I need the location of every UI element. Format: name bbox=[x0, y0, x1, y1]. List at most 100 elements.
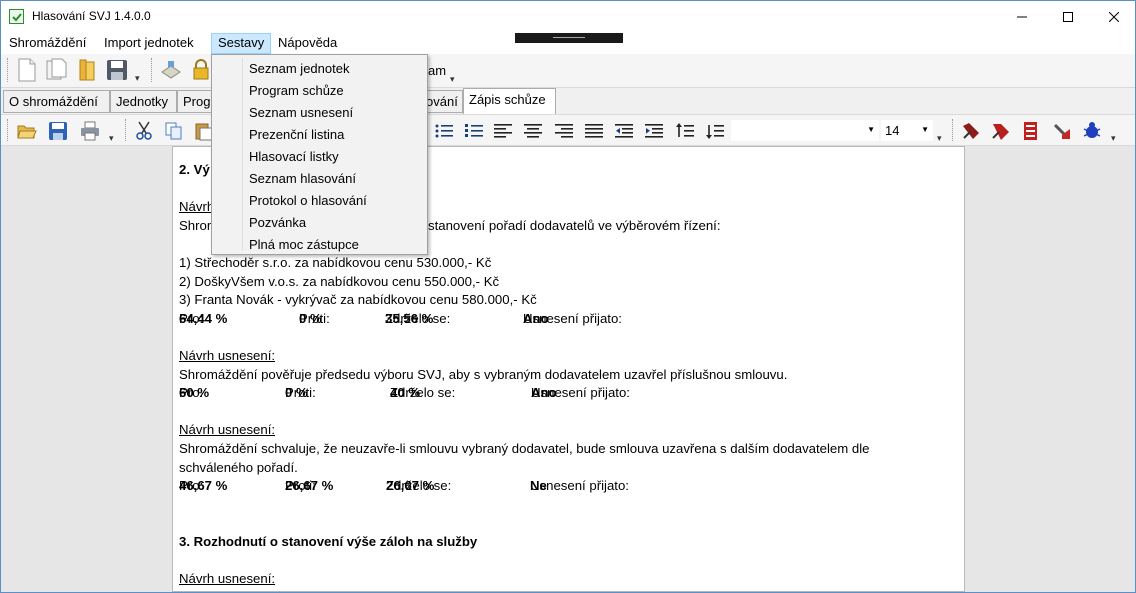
maximize-icon bbox=[1063, 11, 1073, 22]
new-document-icon[interactable] bbox=[15, 58, 39, 82]
menu-bar: Shromáždění Import jednotek Sestavy Nápo… bbox=[1, 32, 1135, 54]
copy-icon[interactable] bbox=[164, 121, 184, 141]
close-button[interactable] bbox=[1091, 1, 1135, 32]
save-icon[interactable] bbox=[105, 58, 129, 82]
line-spacing-increase-icon[interactable] bbox=[675, 121, 695, 141]
app-window: Hlasování SVJ 1.4.0.0 Shromáždění Import… bbox=[0, 0, 1136, 593]
list-item: 3) Franta Novák - vykrývač za nabídkovou… bbox=[179, 292, 537, 308]
menu-item-hlasovaci-listky[interactable]: Hlasovací listky bbox=[249, 146, 339, 168]
save-icon[interactable] bbox=[48, 121, 68, 141]
sestavy-dropdown-menu: Seznam jednotek Program schůze Seznam us… bbox=[211, 54, 428, 255]
app-check-icon bbox=[9, 9, 24, 24]
tab-hlasovani[interactable]: ování bbox=[423, 90, 463, 113]
line-spacing-decrease-icon[interactable] bbox=[705, 121, 725, 141]
toolbar-partial-label: am bbox=[428, 63, 447, 78]
toolbar-grip[interactable] bbox=[151, 58, 154, 82]
menu-item-program-schuze[interactable]: Program schůze bbox=[249, 80, 344, 102]
result-label: Usnesení přijato: bbox=[531, 385, 630, 401]
result-label: Usnesení přijato: bbox=[530, 478, 629, 494]
pro-label: Pro: bbox=[179, 478, 204, 494]
pro-label: Pro: bbox=[179, 385, 204, 401]
title-bar: Hlasování SVJ 1.4.0.0 bbox=[1, 1, 1135, 32]
menu-import-jednotek[interactable]: Import jednotek bbox=[98, 33, 200, 54]
zdrzelo-label: Zdrželo se: bbox=[390, 385, 456, 401]
align-center-icon[interactable] bbox=[523, 121, 543, 141]
menu-item-seznam-jednotek[interactable]: Seznam jednotek bbox=[249, 58, 349, 80]
toolbar-overflow-icon[interactable]: ▾ bbox=[937, 133, 942, 144]
toolbar-grip[interactable] bbox=[952, 119, 955, 141]
print-icon[interactable] bbox=[80, 121, 100, 141]
tab-zapis-schuze[interactable]: Zápis schůze bbox=[463, 88, 556, 114]
toolbar-grip[interactable] bbox=[125, 119, 128, 141]
outdent-icon[interactable] bbox=[614, 121, 634, 141]
open-icon[interactable] bbox=[17, 121, 37, 141]
close-icon bbox=[1109, 11, 1119, 22]
indent-icon[interactable] bbox=[644, 121, 664, 141]
section-heading-3: 3. Rozhodnutí o stanovení výše záloh na … bbox=[179, 533, 478, 549]
text-fragment: stanovení pořadí dodavatelů ve výběrovém… bbox=[428, 217, 721, 233]
tab-strip: O shromáždění Jednotky Prog ování Zápis … bbox=[1, 88, 1135, 114]
vote-result-row: Pro: 46,67 % Proti: 26,67 % Zdrželo se: … bbox=[179, 477, 945, 496]
minimize-button[interactable] bbox=[999, 1, 1045, 32]
maximize-button[interactable] bbox=[1045, 1, 1091, 32]
tool-stamp-icon[interactable] bbox=[1052, 121, 1072, 141]
import-icon[interactable] bbox=[159, 58, 183, 82]
resolution-text: Shromáždění schvaluje, že neuzavře-li sm… bbox=[179, 440, 870, 456]
tab-o-shromazdeni[interactable]: O shromáždění bbox=[3, 90, 110, 113]
chevron-down-icon: ▼ bbox=[867, 125, 875, 134]
align-right-icon[interactable] bbox=[554, 121, 574, 141]
font-size-combo[interactable]: 14 ▼ bbox=[881, 120, 933, 141]
result-label: Usnesení přijato: bbox=[523, 310, 622, 326]
toolbar-grip[interactable] bbox=[7, 119, 10, 141]
style-combo[interactable]: ▼ bbox=[731, 120, 879, 141]
menu-napoveda[interactable]: Nápověda bbox=[272, 33, 343, 54]
proti-label: Proti: bbox=[285, 385, 316, 401]
copy-document-icon[interactable] bbox=[45, 58, 69, 82]
menu-item-seznam-hlasovani[interactable]: Seznam hlasování bbox=[249, 168, 356, 190]
cut-icon[interactable] bbox=[134, 121, 154, 141]
numbered-list-icon[interactable] bbox=[464, 121, 484, 141]
menu-item-plna-moc-zastupce[interactable]: Plná moc zástupce bbox=[249, 234, 359, 256]
toolbar-overflow-icon[interactable]: ▾ bbox=[109, 133, 114, 144]
toolbar-grip[interactable] bbox=[7, 58, 10, 82]
proposal-label: Návrh usnesení: bbox=[179, 347, 276, 363]
vote-result-row: Pro: 60 % Proti: 0 % Zdrželo se: 40 % Us… bbox=[179, 384, 945, 403]
editor-toolbar: ▾ ▼ 14 ▼ ▾ ▾ bbox=[1, 114, 1135, 146]
font-size-value: 14 bbox=[885, 123, 900, 138]
align-justify-icon[interactable] bbox=[584, 121, 604, 141]
toolbar-overflow-icon[interactable]: ▾ bbox=[135, 73, 140, 84]
menu-item-pozvanka[interactable]: Pozvánka bbox=[249, 212, 306, 234]
minimize-icon bbox=[1017, 16, 1027, 17]
menu-item-protokol-o-hlasovani[interactable]: Protokol o hlasování bbox=[249, 190, 367, 212]
window-title: Hlasování SVJ 1.4.0.0 bbox=[32, 9, 151, 23]
document-title-strip bbox=[515, 33, 623, 43]
menu-sestavy[interactable]: Sestavy bbox=[211, 33, 272, 54]
vote-result-row: Pro: 64,44 % Proti: 0 % Zdrželo se: 35,5… bbox=[179, 310, 945, 329]
menu-icon-column-separator bbox=[242, 58, 243, 251]
open-folder-icon[interactable] bbox=[75, 58, 99, 82]
zdrzelo-label: Zdrželo se: bbox=[385, 310, 451, 326]
tab-jednotky[interactable]: Jednotky bbox=[110, 90, 177, 113]
proti-label: Proti: bbox=[299, 310, 330, 326]
tool-bug-icon[interactable] bbox=[1082, 121, 1102, 141]
proti-label: Proti: bbox=[285, 478, 316, 494]
menu-item-seznam-usneseni[interactable]: Seznam usnesení bbox=[249, 102, 353, 124]
toolbar-overflow-icon[interactable]: ▾ bbox=[1111, 133, 1116, 144]
proposal-label: Návrh usnesení: bbox=[179, 422, 276, 438]
bullet-list-icon[interactable] bbox=[434, 121, 454, 141]
list-item: 2) DoškyVšem v.o.s. za nabídkovou cenu 5… bbox=[179, 273, 500, 289]
editor-area: 2. Vý Návrh Shrom stanovení pořadí dodav… bbox=[1, 146, 1135, 592]
menu-shromazdeni[interactable]: Shromáždění bbox=[3, 33, 92, 54]
toolbar-overflow-icon[interactable]: ▾ bbox=[450, 74, 455, 85]
resolution-text: Shromáždění pověřuje předsedu výboru SVJ… bbox=[179, 366, 788, 382]
tool-table-icon[interactable] bbox=[1021, 121, 1041, 141]
tool-insert-icon[interactable] bbox=[961, 121, 981, 141]
align-left-icon[interactable] bbox=[493, 121, 513, 141]
menu-item-prezencni-listina[interactable]: Prezenční listina bbox=[249, 124, 344, 146]
tool-signature-icon[interactable] bbox=[991, 121, 1011, 141]
lock-icon[interactable] bbox=[189, 58, 213, 82]
